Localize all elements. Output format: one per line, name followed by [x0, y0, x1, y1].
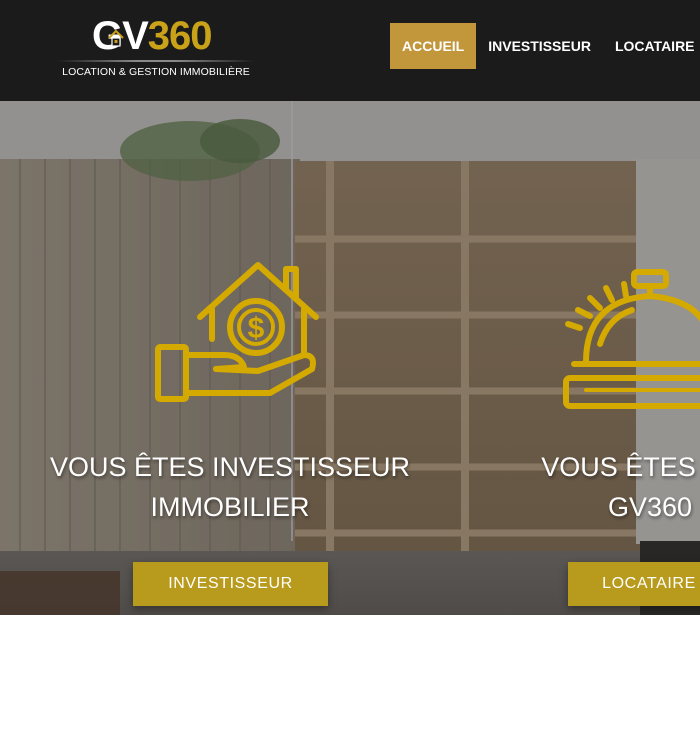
hero-section: $ VOUS ÊTES INVESTISSEUR IMMOBILIER VOUS… — [0, 101, 700, 615]
logo-house-icon — [108, 29, 124, 47]
nav-item-accueil[interactable]: ACCUEIL — [390, 23, 477, 69]
locataire-button[interactable]: LOCATAIRE — [568, 562, 700, 606]
nav-item-investisseur[interactable]: INVESTISSEUR — [476, 23, 603, 69]
investor-card-title: VOUS ÊTES INVESTISSEUR IMMOBILIER — [30, 447, 430, 527]
site-header: GV360 LOCATION & GESTION IMMOBILIÈRE ACC… — [0, 0, 700, 101]
investisseur-button[interactable]: INVESTISSEUR — [133, 562, 328, 606]
logo-tagline: LOCATION & GESTION IMMOBILIÈRE — [62, 66, 250, 78]
locataire-title-line2: GV360 — [607, 492, 693, 522]
main-nav: ACCUEIL INVESTISSEUR LOCATAIRE — [390, 23, 700, 69]
locataire-card-title: VOUS ÊTES LOC GV360 — [490, 447, 700, 527]
house-dollar-hand-icon: $ — [155, 262, 319, 402]
locataire-title-line1: VOUS ÊTES LOC — [541, 452, 700, 482]
investor-title-line1: VOUS ÊTES INVESTISSEUR — [49, 452, 411, 482]
site-logo[interactable]: GV360 LOCATION & GESTION IMMOBILIÈRE — [58, 14, 254, 84]
svg-text:$: $ — [248, 312, 265, 345]
nav-item-locataire[interactable]: LOCATAIRE — [603, 23, 700, 69]
logo-divider — [58, 60, 254, 62]
content-area — [0, 615, 700, 750]
investor-title-line2: IMMOBILIER — [150, 492, 310, 522]
service-bell-icon — [563, 269, 700, 409]
logo-number: 360 — [147, 14, 213, 58]
